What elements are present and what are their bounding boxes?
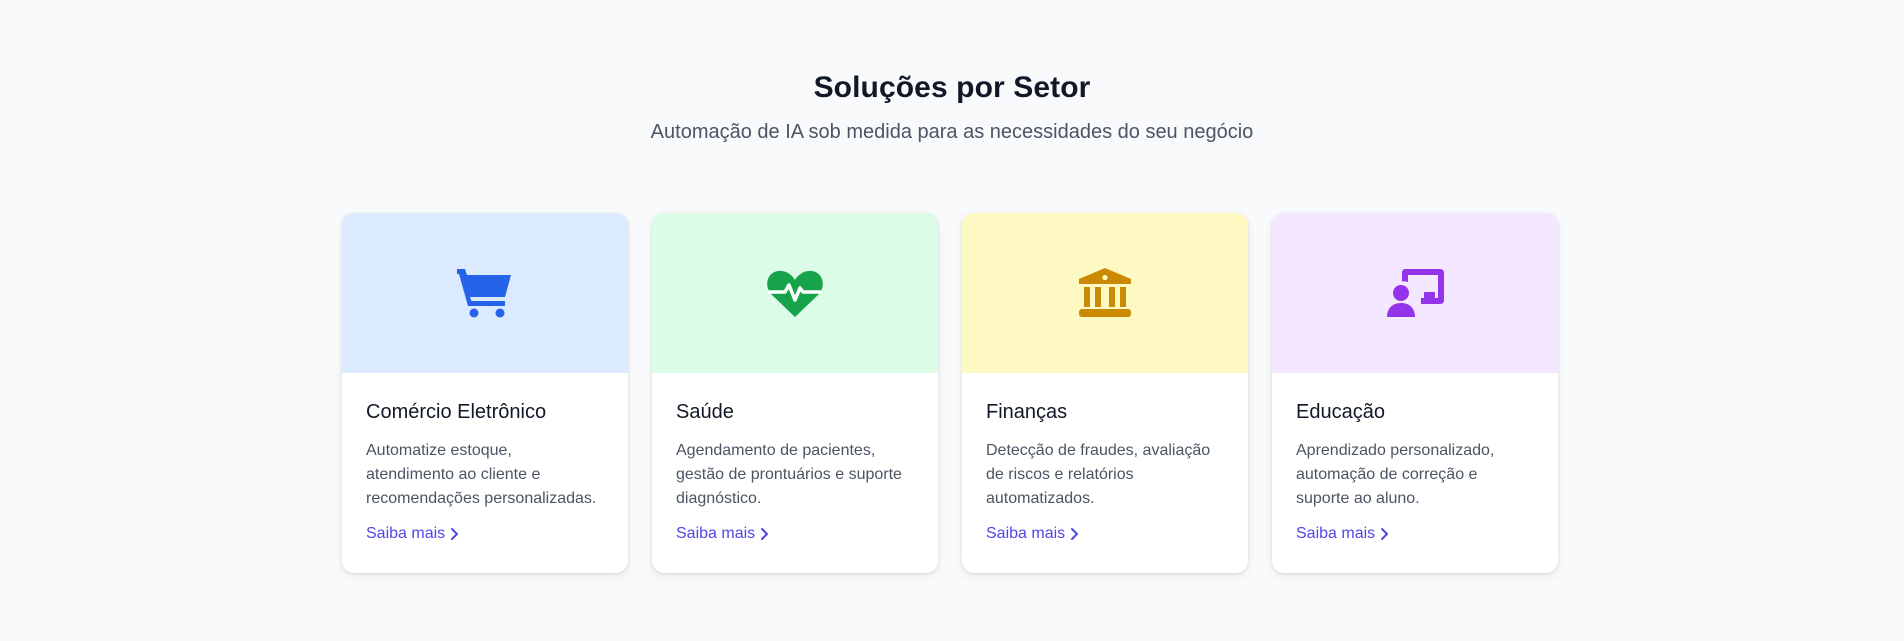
card-description: Automatize estoque, atendimento ao clien… (366, 442, 597, 507)
bank-icon (1075, 267, 1135, 319)
sector-card-education: Educação Aprendizado personalizado, auto… (1272, 213, 1558, 573)
card-body: Educação Aprendizado personalizado, auto… (1272, 373, 1558, 543)
card-body: Saúde Agendamento de pacientes, gestão d… (652, 373, 938, 543)
card-title: Comércio Eletrônico (366, 401, 547, 423)
card-body: Comércio Eletrônico Automatize estoque, … (342, 373, 628, 543)
link-label: Saiba mais (366, 525, 446, 542)
chevron-right-icon (761, 528, 769, 540)
card-banner (962, 213, 1248, 373)
solutions-section: Soluções por Setor Automação de IA sob m… (0, 0, 1904, 641)
learn-more-link[interactable]: Saiba mais (366, 525, 459, 543)
card-title: Saúde (676, 401, 734, 423)
link-label: Saiba mais (1296, 525, 1376, 542)
shopping-cart-icon (455, 267, 515, 319)
section-subtitle: Automação de IA sob medida para as neces… (650, 121, 1254, 143)
chevron-right-icon (1381, 528, 1389, 540)
sector-card-health: Saúde Agendamento de pacientes, gestão d… (652, 213, 938, 573)
section-header: Soluções por Setor Automação de IA sob m… (0, 70, 1904, 146)
card-title: Finanças (986, 401, 1068, 423)
card-banner (342, 213, 628, 373)
sector-card-finance: Finanças Detecção de fraudes, avaliação … (962, 213, 1248, 573)
card-banner (1272, 213, 1558, 373)
teacher-board-icon (1385, 267, 1445, 319)
card-body: Finanças Detecção de fraudes, avaliação … (962, 373, 1248, 543)
sector-card-ecommerce: Comércio Eletrônico Automatize estoque, … (342, 213, 628, 573)
link-label: Saiba mais (986, 525, 1066, 542)
heart-pulse-icon (765, 267, 825, 319)
section-title: Soluções por Setor (813, 71, 1091, 104)
learn-more-link[interactable]: Saiba mais (986, 525, 1079, 543)
sector-cards: Comércio Eletrônico Automatize estoque, … (342, 213, 1558, 573)
chevron-right-icon (1071, 528, 1079, 540)
card-title: Educação (1296, 401, 1385, 423)
card-description: Agendamento de pacientes, gestão de pron… (676, 442, 902, 507)
learn-more-link[interactable]: Saiba mais (1296, 525, 1389, 543)
card-description: Aprendizado personalizado, automação de … (1296, 442, 1495, 507)
card-description: Detecção de fraudes, avaliação de riscos… (986, 442, 1211, 507)
link-label: Saiba mais (676, 525, 756, 542)
chevron-right-icon (451, 528, 459, 540)
card-banner (652, 213, 938, 373)
learn-more-link[interactable]: Saiba mais (676, 525, 769, 543)
